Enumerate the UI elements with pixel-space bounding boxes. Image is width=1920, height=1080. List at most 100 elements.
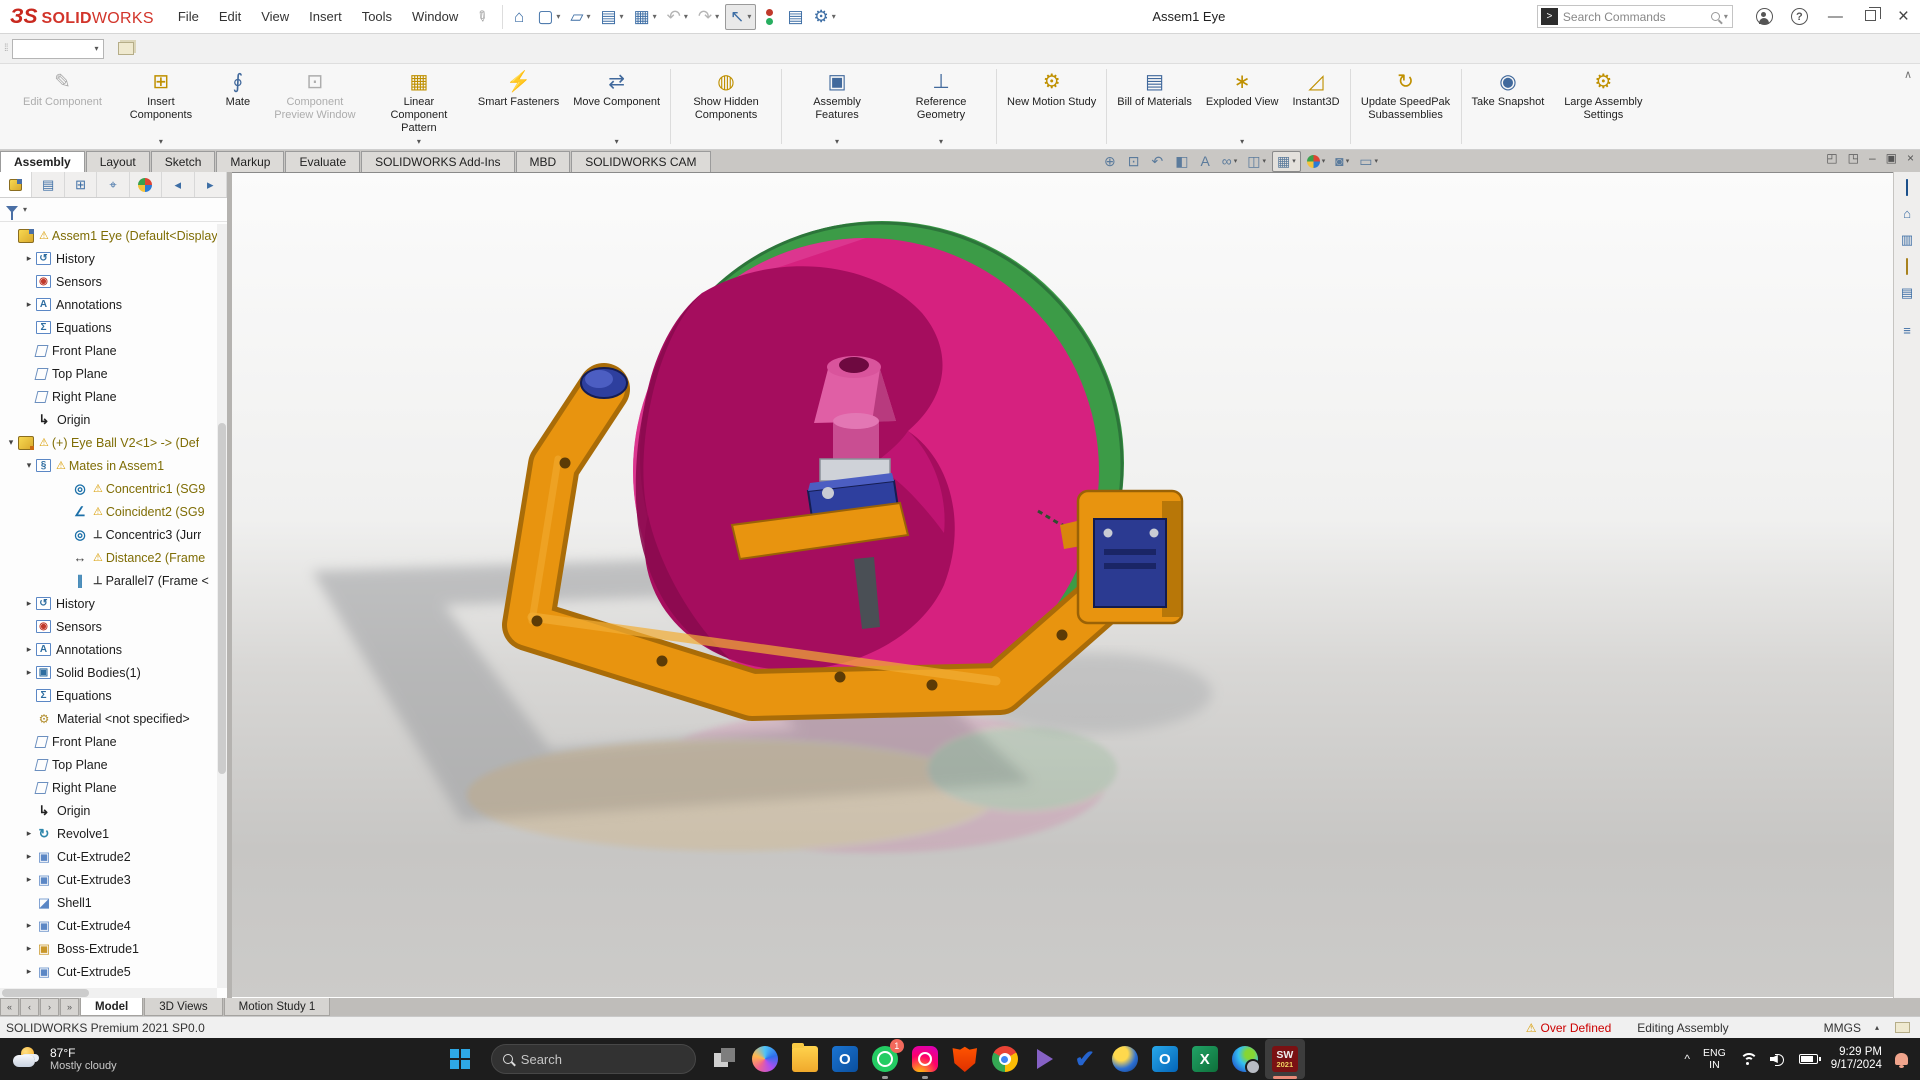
- tree-row[interactable]: ▾ § ⚠ Mates in Assem1: [0, 454, 217, 477]
- tree-row[interactable]: Σ Equations: [0, 316, 217, 339]
- options-gear-icon[interactable]: ⚙▾: [810, 5, 840, 29]
- tree-row[interactable]: ▸ ▣ Cut-Extrude5: [0, 960, 217, 983]
- bill-of-materials-button[interactable]: ▤ Bill of Materials: [1110, 64, 1199, 149]
- file-explorer-pane-icon[interactable]: [1906, 259, 1908, 274]
- undo-icon[interactable]: ↶ ▾: [663, 4, 692, 30]
- tree-row[interactable]: ⚙ Material <not specified>: [0, 707, 217, 730]
- instagram-icon[interactable]: [905, 1039, 945, 1079]
- tree-row[interactable]: ∠ ⚠ Coincident2 (SG9: [0, 500, 217, 523]
- move-component-button[interactable]: ⇄ Move Component ▾: [566, 64, 667, 149]
- hide-show-items-icon[interactable]: ∞ ▾: [1218, 152, 1242, 170]
- reference-geometry-button[interactable]: ⊥ Reference Geometry ▾: [889, 64, 993, 149]
- dynamic-annotation-views-icon[interactable]: A: [1196, 152, 1215, 170]
- help-icon[interactable]: ?: [1791, 8, 1808, 25]
- view-settings-toolbar-icon[interactable]: ▤: [783, 5, 807, 29]
- tray-chevron-icon[interactable]: ^: [1684, 1052, 1690, 1066]
- configuration-combobox[interactable]: ▾: [12, 39, 104, 59]
- zoom-to-area-icon[interactable]: ⊡: [1124, 152, 1146, 171]
- toolbar-grip[interactable]: ⁞⁞: [4, 43, 8, 54]
- copilot-icon[interactable]: [745, 1039, 785, 1079]
- custom-properties-icon[interactable]: ≡: [1903, 323, 1911, 338]
- clipchamp-icon[interactable]: [1025, 1039, 1065, 1079]
- tile-left-icon[interactable]: ◰: [1826, 151, 1837, 165]
- ribbon-separator[interactable]: [1461, 69, 1462, 144]
- graphics-viewport[interactable]: [232, 172, 1893, 998]
- new-motion-study-button[interactable]: ⚙ New Motion Study: [1000, 64, 1103, 149]
- close-button[interactable]: ×: [1887, 6, 1920, 28]
- windows-start-button[interactable]: [442, 1039, 482, 1079]
- tab-mbd[interactable]: MBD: [516, 151, 571, 172]
- excel-icon[interactable]: X: [1185, 1039, 1225, 1079]
- redo-icon[interactable]: ↷ ▾: [694, 4, 723, 30]
- new-document-icon[interactable]: ▢ ▾: [533, 4, 564, 30]
- search-commands-box[interactable]: > Search Commands ▾: [1537, 5, 1733, 28]
- expander-icon[interactable]: ▸: [22, 851, 36, 862]
- expander-icon[interactable]: ▾: [22, 460, 36, 471]
- tree-row[interactable]: ▸ ▣ Cut-Extrude4: [0, 914, 217, 937]
- tree-row[interactable]: ◉ Sensors: [0, 270, 217, 293]
- chrome-icon[interactable]: [985, 1039, 1025, 1079]
- status-tag-icon[interactable]: [1895, 1022, 1910, 1033]
- tree-row[interactable]: Front Plane: [0, 339, 217, 362]
- filter-caret-icon[interactable]: ▾: [23, 205, 27, 214]
- tree-row[interactable]: ∥ ⊥ Parallel7 (Frame <: [0, 569, 217, 592]
- ribbon-separator[interactable]: [1350, 69, 1351, 144]
- dimxpertmanager-tab[interactable]: ⌖: [97, 172, 129, 197]
- tree-row[interactable]: ▸ A Annotations: [0, 293, 217, 316]
- minimize-doc-icon[interactable]: –: [1869, 151, 1876, 165]
- tab-solidworks-cam[interactable]: SOLIDWORKS CAM: [571, 151, 710, 172]
- language-indicator[interactable]: ENGIN: [1703, 1047, 1726, 1071]
- tab-markup[interactable]: Markup: [216, 151, 284, 172]
- filter-icon[interactable]: [6, 206, 18, 213]
- restore-doc-icon[interactable]: ▣: [1886, 151, 1897, 165]
- view-palette-icon[interactable]: ▤: [1901, 285, 1913, 301]
- smart-fasteners-button[interactable]: ⚡ Smart Fasteners: [471, 64, 566, 149]
- last-tab-button[interactable]: »: [60, 998, 79, 1016]
- displaymanager-tab[interactable]: [130, 172, 162, 197]
- open-document-icon[interactable]: ▱ ▾: [566, 4, 594, 30]
- doc-tab-model[interactable]: Model: [80, 998, 143, 1016]
- tab-layout[interactable]: Layout: [86, 151, 150, 172]
- tree-row[interactable]: ▸ ▣ Solid Bodies(1): [0, 661, 217, 684]
- tab-solidworks-add-ins[interactable]: SOLIDWORKS Add-Ins: [361, 151, 514, 172]
- tree-row[interactable]: ▸ A Annotations: [0, 638, 217, 661]
- units-caret-icon[interactable]: ▴: [1875, 1023, 1879, 1032]
- tree-row[interactable]: ◎ ⊥ Concentric3 (Jurr: [0, 523, 217, 546]
- whatsapp-icon[interactable]: 1: [865, 1039, 905, 1079]
- tab-assembly[interactable]: Assembly: [0, 151, 85, 172]
- tile-right-icon[interactable]: ◳: [1848, 151, 1859, 165]
- prev-tab-button[interactable]: ‹: [20, 998, 39, 1016]
- pin-icon[interactable]: ✎: [472, 6, 492, 27]
- expander-icon[interactable]: ▸: [22, 874, 36, 885]
- outlook-icon[interactable]: O: [825, 1039, 865, 1079]
- status-units[interactable]: MMGS: [1824, 1021, 1861, 1035]
- tree-row[interactable]: Top Plane: [0, 753, 217, 776]
- previous-view-icon[interactable]: ↶: [1147, 152, 1169, 171]
- large-assembly-settings-button[interactable]: ⚙ Large Assembly Settings: [1551, 64, 1655, 149]
- ribbon-separator[interactable]: [996, 69, 997, 144]
- save-icon[interactable]: ▤ ▾: [596, 4, 627, 30]
- taskbar-search-box[interactable]: Search: [491, 1044, 696, 1074]
- tree-row[interactable]: ↔ ⚠ Distance2 (Frame: [0, 546, 217, 569]
- tree-row[interactable]: ▸ ▣ Boss-Extrude1: [0, 937, 217, 960]
- wifi-icon[interactable]: [1739, 1052, 1757, 1067]
- panel-scroll-left[interactable]: ◂: [162, 172, 194, 197]
- expander-icon[interactable]: ▸: [22, 920, 36, 931]
- task-view-icon[interactable]: [705, 1039, 745, 1079]
- tree-row[interactable]: Right Plane: [0, 776, 217, 799]
- expander-icon[interactable]: ▾: [4, 437, 18, 448]
- exploded-view-button[interactable]: ∗ Exploded View ▾: [1199, 64, 1286, 149]
- rebuild-icon[interactable]: [758, 7, 781, 27]
- tree-row[interactable]: ◎ ⚠ Concentric1 (SG9: [0, 477, 217, 500]
- file-explorer-icon[interactable]: [785, 1039, 825, 1079]
- menu-item[interactable]: File: [168, 5, 209, 28]
- propertymanager-tab[interactable]: ▤: [32, 172, 64, 197]
- zoom-to-fit-icon[interactable]: ⊕: [1100, 152, 1122, 171]
- featuremanager-tab[interactable]: [0, 172, 32, 197]
- menu-item[interactable]: Insert: [299, 5, 352, 28]
- show-hidden-components-button[interactable]: ◍ Show Hidden Components: [674, 64, 778, 149]
- brave-icon[interactable]: [945, 1039, 985, 1079]
- print-icon[interactable]: ▦ ▾: [630, 4, 661, 30]
- search-icon[interactable]: [1711, 12, 1720, 21]
- tree-row[interactable]: ▸ ↻ Revolve1: [0, 822, 217, 845]
